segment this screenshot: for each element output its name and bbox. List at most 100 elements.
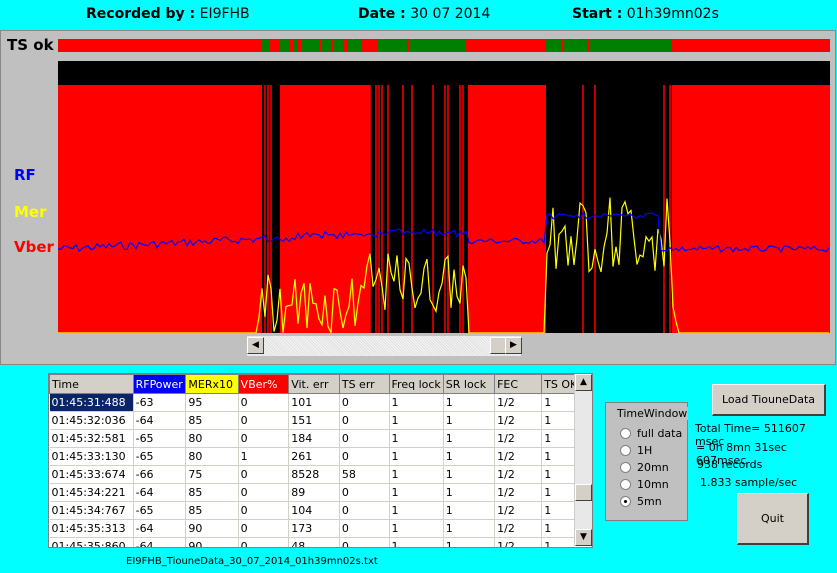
table-row[interactable]: 01:45:33:130 -65 80 1 261 0 1 1 1/2 1 (49, 447, 592, 466)
table-cell: 01:45:32:581 (49, 429, 134, 448)
signal-plot (58, 61, 830, 333)
table-cell: -64 (133, 483, 187, 502)
table-cell: 1/2 (494, 411, 543, 430)
radio-label: 5mn (637, 495, 662, 508)
scroll-left-button[interactable]: ◀ (247, 337, 264, 354)
table-cell: -64 (133, 537, 187, 547)
table-cell: 1 (238, 447, 290, 466)
table-cell: -66 (133, 465, 187, 484)
table-header-row: Time RFPower MERx10 VBer% Vit. err TS err Freq… (49, 374, 592, 394)
column-header[interactable]: SR lock (442, 374, 496, 394)
table-cell: 0 (238, 519, 290, 538)
mer-label: Mer (14, 203, 47, 221)
quit-button[interactable]: Quit (737, 493, 809, 545)
table-cell: -65 (133, 429, 187, 448)
table-cell: 1 (389, 465, 444, 484)
table-cell: 01:45:35:313 (49, 519, 134, 538)
table-cell: 1 (389, 483, 444, 502)
data-table: Time RFPower MERx10 VBer% Vit. err TS err Freq… (48, 373, 593, 548)
radio-button[interactable] (620, 428, 631, 439)
table-cell: 1 (443, 447, 496, 466)
table-row[interactable]: 01:45:35:860 -64 90 0 48 0 1 1 1/2 1 (49, 537, 592, 547)
scroll-down-button[interactable]: ▼ (575, 529, 592, 546)
table-cell: 1 (443, 393, 496, 412)
table-cell: 1 (443, 411, 496, 430)
table-row[interactable]: 01:45:34:221 -64 85 0 89 0 1 1 1/2 1 (49, 483, 592, 502)
column-header[interactable]: TS err (338, 374, 390, 394)
table-cell: 90 (185, 537, 239, 547)
table-cell: 0 (339, 429, 390, 448)
column-header[interactable]: VBer% (237, 374, 290, 394)
table-cell: 1 (389, 429, 444, 448)
table-cell: -65 (133, 501, 187, 520)
scroll-right-button[interactable]: ▶ (505, 337, 522, 354)
time-window-option[interactable]: 20mn (620, 461, 669, 474)
table-cell: 1 (443, 483, 496, 502)
table-row[interactable]: 01:45:32:581 -65 80 0 184 0 1 1 1/2 1 (49, 429, 592, 448)
table-cell: 101 (288, 393, 340, 412)
load-tiounedata-button[interactable]: Load TiouneData (712, 384, 826, 416)
table-cell: 80 (185, 429, 239, 448)
column-header[interactable]: RFPower (132, 374, 187, 394)
table-row[interactable]: 01:45:33:674 -66 75 0 8528 58 1 1 1/2 1 (49, 465, 592, 484)
table-scroll-thumb[interactable] (575, 484, 592, 501)
table-cell: 1/2 (494, 447, 543, 466)
date-value: 30 07 2014 (410, 6, 491, 22)
table-cell: 1 (389, 447, 444, 466)
ts-ok-strip (58, 39, 830, 52)
table-cell: 8528 (288, 465, 340, 484)
table-cell: 0 (339, 501, 390, 520)
table-scrollbar[interactable]: ▲ ▼ (574, 374, 592, 546)
table-row[interactable]: 01:45:32:036 -64 85 0 151 0 1 1 1/2 1 (49, 411, 592, 430)
table-cell: 1 (443, 501, 496, 520)
scroll-up-button[interactable]: ▲ (575, 374, 592, 391)
time-window-option[interactable]: 10mn (620, 478, 669, 491)
table-row[interactable]: 01:45:31:488 -63 95 0 101 0 1 1 1/2 1 (49, 393, 592, 412)
time-window-option[interactable]: full data (620, 427, 682, 440)
date-label: Date : (358, 6, 406, 22)
radio-button[interactable] (620, 479, 631, 490)
table-cell: 1/2 (494, 429, 543, 448)
table-cell: 01:45:34:767 (49, 501, 134, 520)
table-cell: 0 (339, 447, 390, 466)
table-cell: 1/2 (494, 483, 543, 502)
table-cell: 1 (443, 519, 496, 538)
table-cell: -63 (133, 393, 187, 412)
time-window-option[interactable]: 1H (620, 444, 652, 457)
radio-button[interactable] (620, 445, 631, 456)
column-header[interactable]: Time (49, 374, 134, 394)
table-cell: 95 (185, 393, 239, 412)
table-cell: 80 (185, 447, 239, 466)
time-window-option[interactable]: 5mn (620, 495, 662, 508)
column-header[interactable]: MERx10 (185, 374, 239, 394)
table-cell: 1 (443, 537, 496, 547)
table-cell: 01:45:35:860 (49, 537, 134, 547)
table-row[interactable]: 01:45:34:767 -65 85 0 104 0 1 1 1/2 1 (49, 501, 592, 520)
time-window-title: TimeWindow (616, 407, 689, 420)
table-row[interactable]: 01:45:35:313 -64 90 0 173 0 1 1 1/2 1 (49, 519, 592, 538)
column-header[interactable]: FEC (494, 374, 543, 394)
table-cell: 85 (185, 483, 239, 502)
table-cell: 173 (288, 519, 340, 538)
table-cell: 0 (238, 501, 290, 520)
radio-label: full data (637, 427, 683, 440)
table-cell: 1 (389, 411, 444, 430)
column-header[interactable]: Vit. err (288, 374, 340, 394)
table-cell: 0 (238, 483, 290, 502)
table-cell: 0 (238, 393, 290, 412)
column-header[interactable]: Freq lock (388, 374, 444, 394)
table-cell: 90 (185, 519, 239, 538)
table-cell: 151 (288, 411, 340, 430)
table-cell: 48 (288, 537, 340, 547)
table-cell: 1 (389, 393, 444, 412)
table-cell: -64 (133, 411, 187, 430)
table-cell: 0 (339, 519, 390, 538)
graph-scrollbar[interactable]: ◀ ▶ (247, 336, 522, 356)
table-cell: 01:45:33:674 (49, 465, 134, 484)
radio-button[interactable] (620, 496, 631, 507)
radio-button[interactable] (620, 462, 631, 473)
table-cell: 0 (238, 465, 290, 484)
start-label: Start : (572, 6, 623, 22)
table-cell: 01:45:33:130 (49, 447, 134, 466)
filename-label: EI9FHB_TiouneData_30_07_2014_01h39mn02s.… (126, 556, 378, 567)
